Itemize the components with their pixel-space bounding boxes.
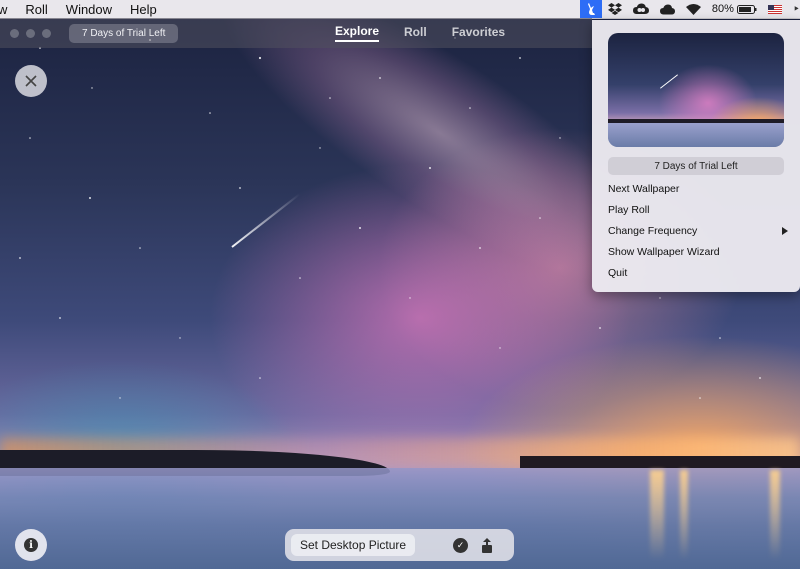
set-desktop-picture-button[interactable]: Set Desktop Picture [291, 534, 416, 556]
info-icon: i [24, 538, 38, 552]
menu-window-partial[interactable]: w [0, 2, 7, 17]
menu-item-label: Change Frequency [608, 225, 698, 237]
menu-roll[interactable]: Roll [25, 2, 47, 17]
menu-item-play-roll[interactable]: Play Roll [608, 200, 788, 221]
status-area: 80% ‣ [579, 0, 800, 18]
tab-favorites[interactable]: Favorites [452, 25, 505, 41]
tab-explore[interactable]: Explore [335, 24, 380, 42]
minimize-window-button[interactable] [26, 28, 35, 38]
bottom-action-bar: Set Desktop Picture ✓ [285, 529, 514, 561]
wifi-icon[interactable] [685, 3, 701, 15]
battery-icon [736, 4, 757, 14]
control-strip-icon[interactable]: ‣ [793, 2, 800, 16]
tab-bar: Explore Roll Favorites [335, 18, 530, 48]
checkmark-icon[interactable]: ✓ [453, 537, 469, 553]
us-flag-icon[interactable] [767, 4, 782, 14]
share-icon[interactable] [480, 537, 494, 553]
close-icon [25, 75, 37, 87]
dropbox-icon[interactable] [607, 3, 622, 15]
light-reflection [680, 470, 688, 560]
light-reflection [770, 470, 780, 560]
battery-percent: 80% [711, 3, 734, 15]
meteor-streak [660, 74, 678, 89]
menu-window[interactable]: Window [66, 2, 112, 17]
trial-badge[interactable]: 7 Days of Trial Left [69, 23, 179, 43]
light-reflection [650, 470, 664, 560]
tab-roll[interactable]: Roll [404, 25, 427, 41]
shoreline-right [520, 456, 800, 468]
menu-item-change-frequency[interactable]: Change Frequency [608, 221, 788, 242]
current-wallpaper-thumbnail[interactable] [608, 33, 784, 147]
menu-item-show-wallpaper-wizard[interactable]: Show Wallpaper Wizard [608, 242, 788, 263]
rabbit-icon[interactable] [579, 0, 602, 18]
menu-help[interactable]: Help [130, 2, 157, 17]
submenu-arrow-icon [782, 227, 788, 235]
close-window-button[interactable] [10, 28, 19, 38]
trial-badge[interactable]: 7 Days of Trial Left [608, 157, 784, 175]
battery-status[interactable]: 80% [712, 3, 757, 15]
creative-cloud-icon[interactable] [632, 3, 649, 15]
window-controls [10, 28, 58, 38]
app-toolbar: 7 Days of Trial Left Explore Roll Favori… [0, 18, 592, 48]
status-menu-dropdown: 7 Days of Trial Left Next Wallpaper Play… [592, 20, 800, 292]
menu-list: Next Wallpaper Play Roll Change Frequenc… [608, 179, 788, 284]
zoom-window-button[interactable] [42, 28, 51, 38]
cloud-icon[interactable] [659, 4, 675, 15]
menu-item-quit[interactable]: Quit [608, 263, 788, 284]
close-preview-button[interactable] [15, 65, 47, 97]
menu-item-next-wallpaper[interactable]: Next Wallpaper [608, 179, 788, 200]
info-button[interactable]: i [15, 529, 47, 561]
water [608, 123, 784, 147]
menu-bar: w Roll Window Help 80% ‣ [0, 0, 800, 19]
